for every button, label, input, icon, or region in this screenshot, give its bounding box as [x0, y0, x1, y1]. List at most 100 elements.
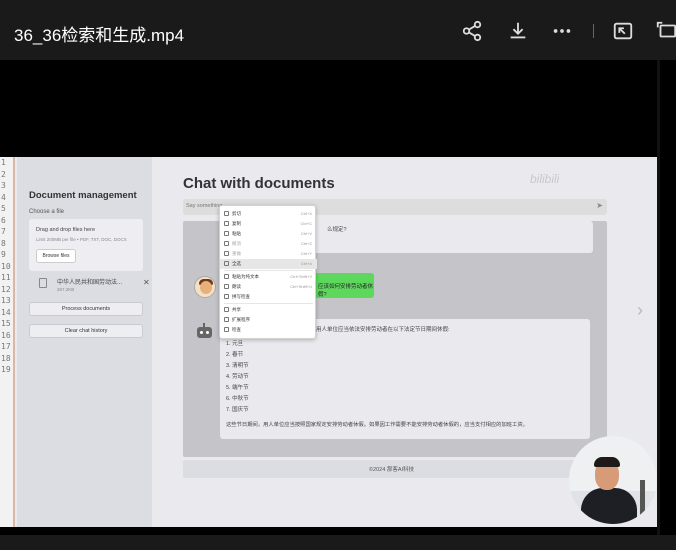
context-menu-item[interactable]: 检查 [220, 325, 317, 335]
menu-item-icon [224, 307, 229, 312]
user-avatar [194, 276, 216, 298]
menu-item-shortcut: Ctrl+V [300, 231, 312, 236]
bilibili-watermark: bilibili [530, 172, 560, 186]
chevron-right-icon[interactable]: › [637, 300, 643, 321]
menu-item-shortcut: Ctrl+Shift+V [290, 274, 312, 279]
menu-item-icon [224, 231, 229, 236]
line-number: 8 [1, 238, 6, 248]
context-menu-item[interactable]: 共享 [220, 305, 317, 315]
line-number: 2 [1, 169, 6, 179]
menu-separator [224, 303, 313, 304]
sidebar: Document management Choose a file Drag a… [17, 157, 152, 527]
menu-item-icon [224, 251, 229, 256]
clear-chat-history-button[interactable]: Clear chat history [29, 324, 143, 338]
menu-item-label: 拼写检查 [232, 294, 250, 299]
context-menu-item[interactable]: 全选 Ctrl+A [220, 259, 317, 269]
file-icon [39, 278, 47, 288]
menu-item-icon [224, 327, 229, 332]
holiday-list-item: 3. 清明节 [226, 363, 249, 369]
line-number: 11 [1, 273, 11, 282]
sidebar-title: Document management [29, 190, 137, 201]
more-icon[interactable] [551, 20, 573, 42]
share-icon[interactable] [461, 20, 483, 42]
line-number: 7 [1, 227, 6, 236]
chat-input-placeholder: Say something [186, 203, 223, 209]
menu-item-shortcut: Ctrl+Z [301, 241, 312, 246]
user-message-text: 应该如何安排劳动者休假? [318, 284, 374, 298]
dropzone-limit: Limit 200MB per file • PDF, TXT, DOC, DO… [36, 237, 127, 242]
pip-icon[interactable] [612, 20, 634, 42]
menu-item-label: 扩展程序 [232, 317, 250, 322]
menu-item-label: 朗读 [232, 284, 241, 289]
line-number: 10 [1, 261, 11, 271]
menu-item-label: 全选 [232, 261, 241, 266]
choose-file-label: Choose a file [29, 209, 65, 215]
context-menu-item[interactable]: 复制 Ctrl+C [220, 219, 317, 229]
uploaded-file-size: 267.2KB [57, 287, 75, 292]
answer-footer: 这些节日期间，用人单位应当按照国家规定安排劳动者休假。如果因工作需要不能安排劳动… [226, 422, 528, 428]
line-number: 6 [1, 215, 6, 225]
menu-item-icon [224, 317, 229, 322]
context-menu: 剪切 Ctrl+X 复制 Ctrl+C 粘贴 Ctrl+V 撤消 Ctrl+Z 重做 Ctrl+Y… [219, 205, 317, 339]
context-menu-item[interactable]: 撤消 Ctrl+Z [220, 239, 317, 249]
line-number: 13 [1, 296, 11, 305]
line-number: 4 [1, 192, 6, 202]
player-bottom-bar [0, 535, 676, 550]
uploaded-file-name: 中华人民共和国劳动法... [57, 280, 123, 286]
robot-avatar [196, 323, 213, 341]
menu-item-icon [224, 274, 229, 279]
context-menu-item[interactable]: 拼写检查 [220, 292, 317, 302]
send-icon[interactable]: ➤ [596, 201, 603, 210]
context-menu-item[interactable]: 粘贴 Ctrl+V [220, 229, 317, 239]
footer-text: ©2024 那客AI科技 [369, 467, 415, 473]
menu-item-shortcut: Ctrl+Y [300, 251, 312, 256]
menu-item-label: 重做 [232, 251, 241, 256]
menu-item-shortcut: Ctrl+A [300, 261, 312, 266]
line-number: 15 [1, 319, 11, 328]
line-number: 16 [1, 330, 11, 340]
toolbar-divider [593, 24, 594, 38]
video-frame: 1 2 3 4 5 6 7 8 9 10 11 12 13 14 15 16 17 18 19 Document m… [0, 157, 657, 527]
line-number: 17 [1, 342, 11, 351]
line-number: 9 [1, 250, 6, 259]
line-number: 5 [1, 204, 6, 213]
menu-item-label: 共享 [232, 307, 241, 312]
player-top-bar: 36_36检索和生成.mp4 [0, 0, 676, 60]
holiday-list-item: 1. 元旦 [226, 341, 244, 347]
download-icon[interactable] [507, 20, 529, 42]
browse-files-button[interactable]: Browse files [36, 249, 76, 263]
context-menu-item[interactable]: 重做 Ctrl+Y [220, 249, 317, 259]
fullscreen-icon[interactable] [655, 20, 676, 42]
context-menu-item[interactable]: 朗读 Ctrl+Shift+U [220, 282, 317, 292]
menu-item-icon [224, 211, 229, 216]
menu-item-shortcut: Ctrl+Shift+U [290, 284, 312, 289]
line-number: 3 [1, 181, 6, 190]
menu-item-icon [224, 261, 229, 266]
line-number: 19 [1, 365, 11, 374]
line-number: 18 [1, 353, 11, 363]
line-number: 12 [1, 284, 11, 294]
remove-file-icon[interactable]: ✕ [143, 278, 150, 287]
user-message: 应该如何安排劳动者休假? [312, 273, 374, 298]
line-number: 1 [1, 158, 6, 167]
holiday-list-item: 7. 国庆节 [226, 407, 249, 413]
holiday-list-item: 5. 端午节 [226, 385, 249, 391]
video-title: 36_36检索和生成.mp4 [14, 26, 185, 45]
video-player[interactable]: 1 2 3 4 5 6 7 8 9 10 11 12 13 14 15 16 17 18 19 Document m… [0, 60, 660, 535]
menu-item-shortcut: Ctrl+C [300, 221, 312, 226]
menu-item-label: 剪切 [232, 211, 241, 216]
process-documents-button[interactable]: Process documents [29, 302, 143, 316]
menu-item-label: 撤消 [232, 241, 241, 246]
context-menu-item[interactable]: 扩展程序 [220, 315, 317, 325]
menu-item-icon [224, 221, 229, 226]
menu-separator [224, 270, 313, 271]
context-menu-item[interactable]: 粘贴为纯文本 Ctrl+Shift+V [220, 272, 317, 282]
line-number: 14 [1, 307, 11, 317]
holiday-list-item: 4. 劳动节 [226, 374, 249, 380]
menu-item-label: 粘贴 [232, 231, 241, 236]
assistant-message-text: 么规定? [327, 227, 347, 233]
context-menu-item[interactable]: 剪切 Ctrl+X [220, 209, 317, 219]
holiday-list-item: 6. 中秋节 [226, 396, 249, 402]
file-dropzone[interactable]: Drag and drop files here Limit 200MB per… [29, 219, 143, 271]
page-title: Chat with documents [183, 175, 335, 192]
